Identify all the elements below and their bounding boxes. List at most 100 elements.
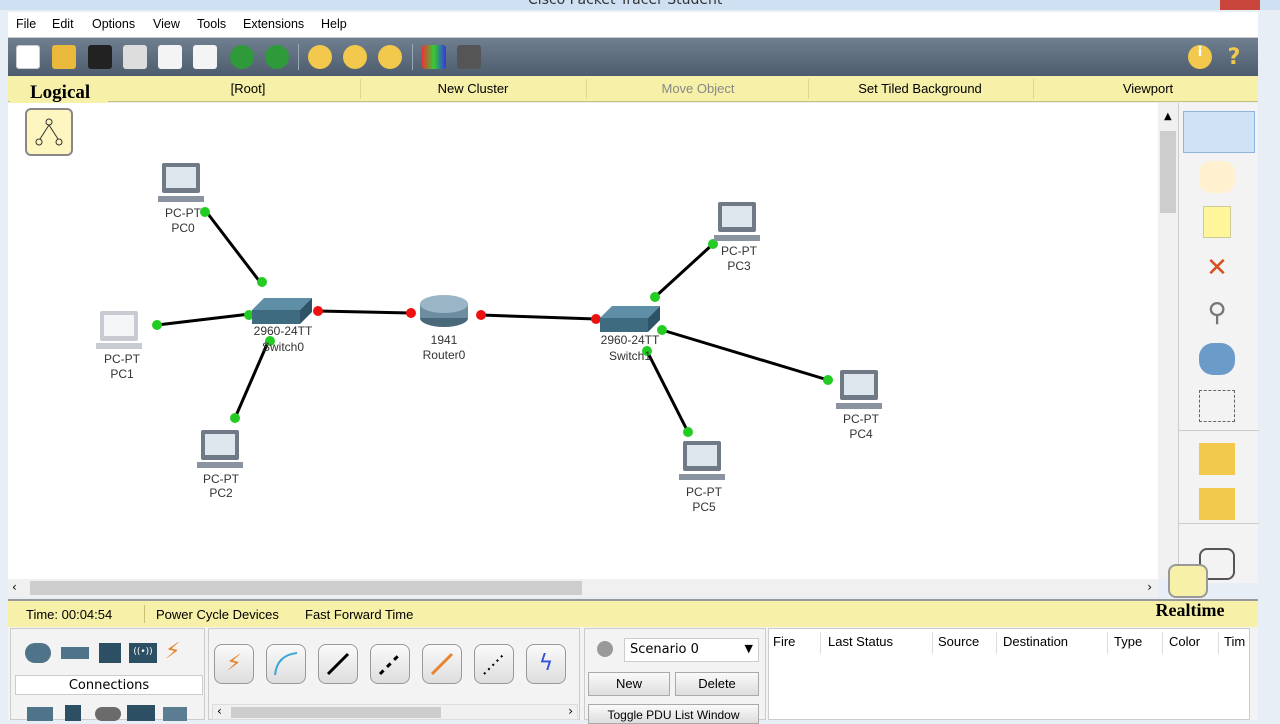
redo-icon[interactable] bbox=[265, 45, 289, 69]
main-toolbar: i ? bbox=[8, 38, 1258, 76]
console-cable-icon[interactable] bbox=[266, 644, 306, 684]
device-pc5[interactable]: PC-PT PC5 bbox=[679, 441, 725, 514]
phone-cable-icon[interactable] bbox=[474, 644, 514, 684]
workspace-vertical-scrollbar[interactable]: ▲ bbox=[1158, 103, 1178, 579]
menu-options[interactable]: Options bbox=[92, 17, 135, 31]
pc0-name-label: PC0 bbox=[171, 221, 195, 235]
scenario-info-icon[interactable] bbox=[597, 641, 613, 657]
add-complex-pdu-icon[interactable] bbox=[1199, 488, 1235, 520]
print-icon[interactable] bbox=[123, 45, 147, 69]
device-pc3[interactable]: PC-PT PC3 bbox=[714, 202, 760, 273]
new-cluster-button[interactable]: New Cluster bbox=[383, 81, 563, 96]
new-file-icon[interactable] bbox=[16, 45, 40, 69]
scenario-select[interactable]: Scenario 0 ▼ bbox=[624, 638, 759, 662]
palette-icon[interactable] bbox=[422, 45, 446, 69]
zoom-reset-icon[interactable] bbox=[343, 45, 367, 69]
inspect-icon[interactable]: ⚲ bbox=[1199, 298, 1235, 330]
device-type-panel: ((•)) ⚡ Connections bbox=[10, 628, 205, 721]
menu-view[interactable]: View bbox=[153, 17, 180, 31]
device-switch1[interactable]: 2960-24TT Switch1 bbox=[600, 306, 660, 363]
undo-icon[interactable] bbox=[230, 45, 254, 69]
custom-devices-category-icon[interactable] bbox=[95, 707, 121, 721]
logical-workspace[interactable]: PC-PT PC0 PC-PT PC1 PC-PT PC2 2960-24TT … bbox=[8, 103, 1158, 579]
time-display: Time: 00:04:54 bbox=[26, 607, 113, 622]
pc5-name-label: PC5 bbox=[692, 500, 716, 514]
routers-category-icon[interactable] bbox=[25, 643, 51, 663]
link-pc5-switch1 bbox=[645, 350, 690, 433]
realtime-mode-label[interactable]: Realtime bbox=[1120, 600, 1260, 626]
device-pc2[interactable]: PC-PT PC2 bbox=[197, 430, 243, 500]
root-button[interactable]: [Root] bbox=[158, 81, 338, 96]
physical-view-toggle-icon[interactable] bbox=[25, 108, 73, 156]
switches-category-icon[interactable] bbox=[61, 647, 89, 659]
cloud-category-icon[interactable] bbox=[163, 707, 187, 721]
delete-scenario-button[interactable]: Delete bbox=[675, 672, 759, 696]
wan-emulation-category-icon[interactable] bbox=[65, 705, 81, 721]
menu-bar: File Edit Options View Tools Extensions … bbox=[8, 12, 1258, 38]
menu-edit[interactable]: Edit bbox=[52, 17, 74, 31]
switch0-model-label: 2960-24TT bbox=[254, 324, 313, 338]
menu-file[interactable]: File bbox=[16, 17, 36, 31]
device-router0[interactable]: 1941 Router0 bbox=[420, 295, 468, 362]
device-pc0[interactable]: PC-PT PC0 bbox=[158, 163, 204, 235]
column-source: Source bbox=[938, 634, 980, 649]
link-switch0-router0 bbox=[317, 309, 412, 315]
pc2-model-label: PC-PT bbox=[203, 472, 240, 486]
open-folder-icon[interactable] bbox=[52, 45, 76, 69]
workspace-horizontal-scrollbar[interactable]: ‹ › bbox=[8, 579, 1158, 597]
activity-wizard-icon[interactable] bbox=[158, 45, 182, 69]
serial-dce-icon[interactable]: ϟ bbox=[526, 644, 566, 684]
copper-straight-icon[interactable] bbox=[318, 644, 358, 684]
logical-tab-label: Logical bbox=[30, 82, 91, 103]
menu-extensions[interactable]: Extensions bbox=[243, 17, 304, 31]
hand-icon[interactable] bbox=[1199, 161, 1235, 193]
window-title: Cisco Packet Tracer Student bbox=[528, 0, 723, 8]
copy-icon[interactable] bbox=[193, 45, 217, 69]
save-icon[interactable] bbox=[88, 45, 112, 69]
switch1-model-label: 2960-24TT bbox=[601, 333, 660, 347]
zoom-out-icon[interactable] bbox=[378, 45, 402, 69]
pc5-model-label: PC-PT bbox=[686, 485, 723, 499]
auto-connection-icon[interactable]: ⚡ bbox=[214, 644, 254, 684]
info-icon[interactable]: i bbox=[1188, 45, 1212, 69]
toggle-pdu-list-button[interactable]: Toggle PDU List Window bbox=[588, 704, 759, 724]
resize-shape-icon[interactable] bbox=[1199, 390, 1235, 422]
link-pc3-switch1 bbox=[653, 242, 715, 299]
power-cycle-devices-button[interactable]: Power Cycle Devices bbox=[156, 607, 279, 622]
wireless-category-icon[interactable]: ((•)) bbox=[129, 643, 157, 663]
menu-tools[interactable]: Tools bbox=[197, 17, 226, 31]
delete-icon[interactable]: ✕ bbox=[1199, 253, 1235, 285]
copper-crossover-icon[interactable] bbox=[370, 644, 410, 684]
menu-help[interactable]: Help bbox=[321, 17, 347, 31]
switch1-name-label: Switch1 bbox=[609, 349, 651, 363]
fiber-icon[interactable] bbox=[422, 644, 462, 684]
new-scenario-button[interactable]: New bbox=[588, 672, 670, 696]
column-destination: Destination bbox=[1003, 634, 1069, 649]
connection-types-scrollbar[interactable]: ‹ › bbox=[212, 704, 578, 720]
viewport-button[interactable]: Viewport bbox=[1058, 81, 1238, 96]
draw-shape-icon[interactable] bbox=[1199, 343, 1235, 375]
fast-forward-time-button[interactable]: Fast Forward Time bbox=[305, 607, 413, 622]
end-devices-category-icon[interactable] bbox=[27, 707, 53, 721]
add-simple-pdu-icon[interactable] bbox=[1199, 443, 1235, 475]
help-icon[interactable]: ? bbox=[1222, 45, 1246, 70]
multiuser-category-icon[interactable] bbox=[127, 705, 155, 721]
device-switch0[interactable]: 2960-24TT Switch0 bbox=[252, 298, 313, 354]
link-pc1-switch0 bbox=[156, 312, 251, 327]
set-tiled-background-button[interactable]: Set Tiled Background bbox=[830, 81, 1010, 96]
switch0-name-label: Switch0 bbox=[262, 340, 304, 354]
zoom-in-icon[interactable] bbox=[308, 45, 332, 69]
close-window-button[interactable] bbox=[1220, 0, 1260, 10]
topology-canvas[interactable]: PC-PT PC0 PC-PT PC1 PC-PT PC2 2960-24TT … bbox=[8, 103, 1158, 579]
connections-category-icon[interactable]: ⚡ bbox=[165, 639, 180, 664]
realtime-clock-icon[interactable] bbox=[1168, 564, 1208, 598]
hubs-category-icon[interactable] bbox=[99, 643, 121, 663]
pc3-model-label: PC-PT bbox=[721, 244, 758, 258]
move-object-button[interactable]: Move Object bbox=[608, 81, 788, 96]
note-icon[interactable] bbox=[1203, 206, 1231, 238]
select-icon[interactable] bbox=[1183, 111, 1255, 153]
custom-device-icon[interactable] bbox=[457, 45, 481, 69]
device-pc4[interactable]: PC-PT PC4 bbox=[836, 370, 882, 441]
device-pc1[interactable]: PC-PT PC1 bbox=[96, 311, 142, 381]
column-color: Color bbox=[1169, 634, 1201, 649]
